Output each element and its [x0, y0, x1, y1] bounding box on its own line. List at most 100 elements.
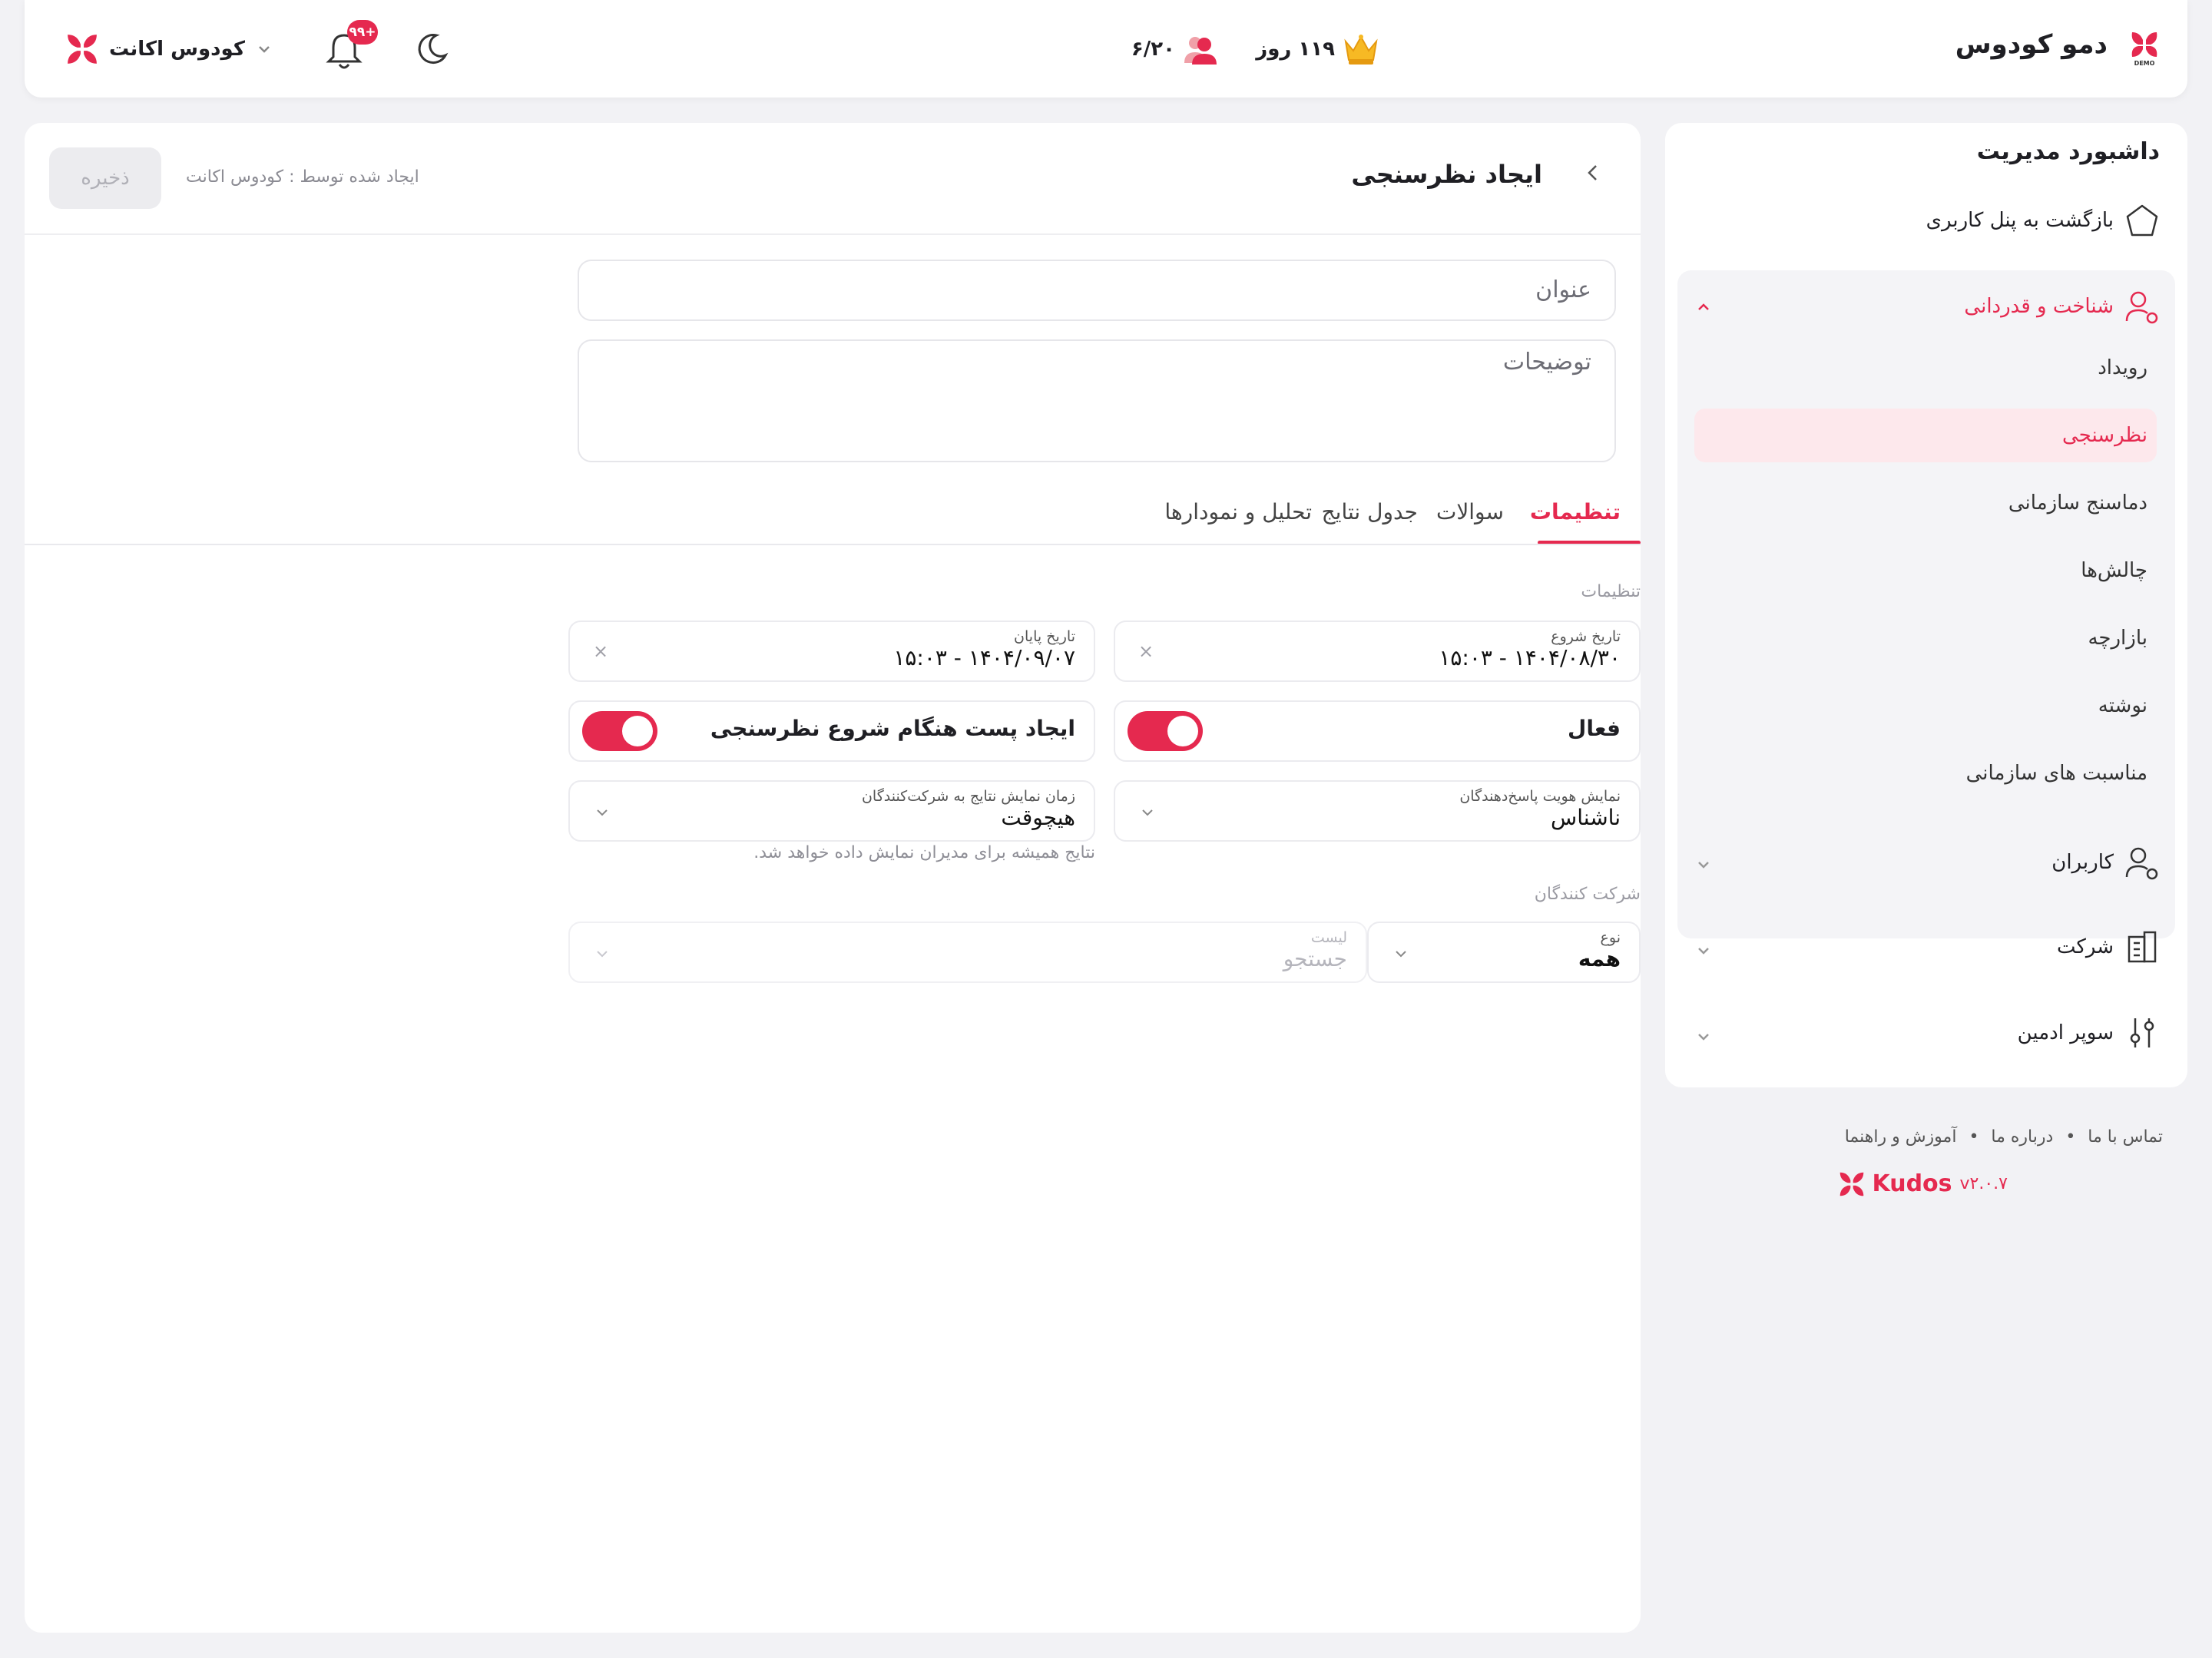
- footer-brand-name: Kudos: [1872, 1170, 1952, 1197]
- sidebar-item-super-admin[interactable]: سوپر ادمین: [2018, 1015, 2160, 1051]
- footer-link-contact[interactable]: تماس با ما: [2088, 1127, 2163, 1147]
- sidebar-sub-challenges[interactable]: چالش‌ها: [2081, 559, 2147, 582]
- chevron-down-icon: [259, 46, 270, 53]
- clear-start-date-icon[interactable]: ×: [1138, 640, 1154, 662]
- account-menu[interactable]: کودوس اکانت: [66, 31, 273, 68]
- chevron-down-icon[interactable]: [1693, 940, 1714, 961]
- sidebar-back-to-user-panel[interactable]: بازگشت به پنل کاربری: [1926, 203, 2160, 238]
- sidebar-item-recognition-label: شناخت و قدردانی: [1964, 295, 2114, 318]
- create-post-toggle-row: ایجاد پست هنگام شروع نظرسنجی: [568, 700, 1095, 762]
- top-bar: DEMO دمو کودوس ۱۱۹ روز ۶/۲۰ +۹۹ کودوس اک…: [25, 0, 2187, 98]
- tab-settings[interactable]: تنظیمات: [1530, 499, 1621, 525]
- sidebar-back-label: بازگشت به پنل کاربری: [1926, 209, 2114, 232]
- account-logo-icon: [68, 35, 97, 64]
- participant-search-placeholder: جستجو: [1283, 946, 1347, 971]
- active-toggle-row: فعال: [1114, 700, 1641, 762]
- chevron-down-icon: [1142, 809, 1153, 816]
- participant-type-select[interactable]: نوع همه: [1367, 922, 1641, 983]
- end-date-label: تاریخ پایان: [1014, 628, 1075, 645]
- title-input[interactable]: عنوان: [578, 260, 1616, 321]
- chevron-down-icon: [597, 951, 608, 958]
- create-post-toggle[interactable]: [582, 711, 657, 751]
- tab-questions[interactable]: سوالات: [1436, 499, 1504, 525]
- subscription-days-text: ۱۱۹ روز: [1256, 38, 1335, 61]
- home-icon: [2126, 204, 2158, 237]
- participant-type-label: نوع: [1600, 929, 1621, 946]
- end-date-value: ۱۴۰۴/۰۹/۰۷ - ۱۵:۰۳: [893, 645, 1075, 670]
- sidebar-item-recognition[interactable]: شناخت و قدردانی: [1964, 289, 2160, 324]
- footer-separator: •: [1969, 1127, 1979, 1147]
- created-by: ایجاد شده توسط : کودوس اکانت: [186, 167, 419, 187]
- user-count: ۶/۲۰: [1131, 31, 1218, 68]
- end-date-field[interactable]: تاریخ پایان ۱۴۰۴/۰۹/۰۷ - ۱۵:۰۳ ×: [568, 621, 1095, 682]
- description-textarea[interactable]: توضیحات: [578, 339, 1616, 462]
- sidebar-item-super-admin-label: سوپر ادمین: [2017, 1021, 2114, 1044]
- sidebar-sub-event[interactable]: رویداد: [2098, 356, 2147, 379]
- moon-icon[interactable]: [413, 31, 450, 68]
- sidebar-title: داشبورد مدیریت: [1976, 138, 2160, 165]
- settings-section-label: تنظیمات: [1581, 582, 1641, 601]
- identity-select[interactable]: نمایش هویت پاسخ‌دهندگان ناشناس: [1114, 780, 1641, 842]
- identity-label: نمایش هویت پاسخ‌دهندگان: [1459, 788, 1621, 805]
- brand-name: دمو کودوس: [1955, 29, 2108, 60]
- chevron-down-icon: [597, 809, 608, 816]
- notifications-button[interactable]: +۹۹: [313, 20, 378, 74]
- page-title: ایجاد نظرسنجی: [1351, 160, 1542, 189]
- brand-badge: DEMO: [2134, 60, 2155, 66]
- title-placeholder: عنوان: [1535, 276, 1591, 303]
- results-time-label: زمان نمایش نتایج به شرکت‌کنندگان: [861, 788, 1075, 805]
- footer-brand: Kudos v۲.۰.۷: [1839, 1170, 2008, 1197]
- header-divider: [25, 233, 1641, 235]
- start-date-field[interactable]: تاریخ شروع ۱۴۰۴/۰۸/۳۰ - ۱۵:۰۳ ×: [1114, 621, 1641, 682]
- tab-results-table[interactable]: جدول نتایج: [1322, 499, 1418, 525]
- results-time-value: هیچوقت: [1001, 805, 1075, 830]
- tabs-divider: [25, 544, 1641, 545]
- footer-link-about[interactable]: درباره ما: [1991, 1127, 2053, 1147]
- subscription-days: ۱۱۹ روز: [1256, 31, 1379, 68]
- footer-separator: •: [2065, 1127, 2076, 1147]
- chevron-down-icon: [1396, 951, 1406, 958]
- footer-version: v۲.۰.۷: [1959, 1174, 2008, 1193]
- chevron-left-icon[interactable]: [1582, 161, 1602, 184]
- main-panel: ایجاد نظرسنجی ایجاد شده توسط : کودوس اکا…: [25, 123, 1641, 1633]
- chevron-up-icon[interactable]: [1693, 296, 1714, 318]
- clear-end-date-icon[interactable]: ×: [593, 640, 608, 662]
- sidebar-item-company[interactable]: شرکت: [2057, 929, 2160, 965]
- sliders-icon: [2130, 1018, 2154, 1047]
- sidebar-sub-survey[interactable]: نظرسنجی: [2062, 424, 2147, 447]
- active-toggle[interactable]: [1128, 711, 1203, 751]
- footer-link-guide[interactable]: آموزش و راهنما: [1845, 1127, 1957, 1147]
- user-award-icon: [2125, 291, 2158, 324]
- create-post-label: ایجاد پست هنگام شروع نظرسنجی: [710, 716, 1075, 741]
- chevron-down-icon[interactable]: [1693, 854, 1714, 875]
- participants-section-label: شرکت کنندگان: [1534, 885, 1641, 904]
- sidebar-sub-posts[interactable]: نوشته: [2098, 694, 2147, 717]
- sidebar-item-users[interactable]: کاربران: [2051, 845, 2160, 880]
- start-date-label: تاریخ شروع: [1551, 628, 1621, 645]
- tab-analytics[interactable]: تحلیل و نمودارها: [1164, 499, 1312, 525]
- sidebar-item-users-label: کاربران: [2051, 851, 2114, 874]
- kudos-logo-icon: [1839, 1172, 1863, 1196]
- participant-list-search[interactable]: لیست جستجو: [568, 922, 1367, 983]
- results-hint: نتایج همیشه برای مدیران نمایش داده خواهد…: [753, 843, 1095, 862]
- chevron-down-icon[interactable]: [1693, 1026, 1714, 1047]
- user-icon: [2125, 847, 2158, 880]
- sidebar-sub-occasions[interactable]: مناسبت های سازمانی: [1966, 762, 2147, 785]
- sidebar-group-recognition: شناخت و قدردانی رویداد نظرسنجی دماسنج سا…: [1677, 270, 2175, 938]
- sidebar-item-company-label: شرکت: [2056, 935, 2114, 958]
- footer-links: تماس با ما • درباره ما • آموزش و راهنما: [1845, 1127, 2163, 1147]
- save-button[interactable]: ذخیره: [49, 147, 161, 209]
- active-label: فعال: [1568, 716, 1621, 741]
- user-ratio: ۶/۲۰: [1131, 38, 1175, 61]
- start-date-value: ۱۴۰۴/۰۸/۳۰ - ۱۵:۰۳: [1439, 645, 1621, 670]
- results-time-select[interactable]: زمان نمایش نتایج به شرکت‌کنندگان هیچوقت: [568, 780, 1095, 842]
- building-icon: [2128, 931, 2157, 963]
- account-name: کودوس اکانت: [109, 38, 245, 61]
- description-placeholder: توضیحات: [1502, 349, 1591, 376]
- sidebar-sub-thermometer[interactable]: دماسنج سازمانی: [2008, 491, 2147, 515]
- sidebar-sub-marketplace[interactable]: بازارچه: [2088, 627, 2147, 650]
- notifications-badge: +۹۹: [347, 20, 378, 45]
- crown-icon: [1344, 35, 1378, 65]
- users-icon: [1184, 37, 1217, 65]
- sidebar: داشبورد مدیریت بازگشت به پنل کاربری شناخ…: [1665, 123, 2187, 1087]
